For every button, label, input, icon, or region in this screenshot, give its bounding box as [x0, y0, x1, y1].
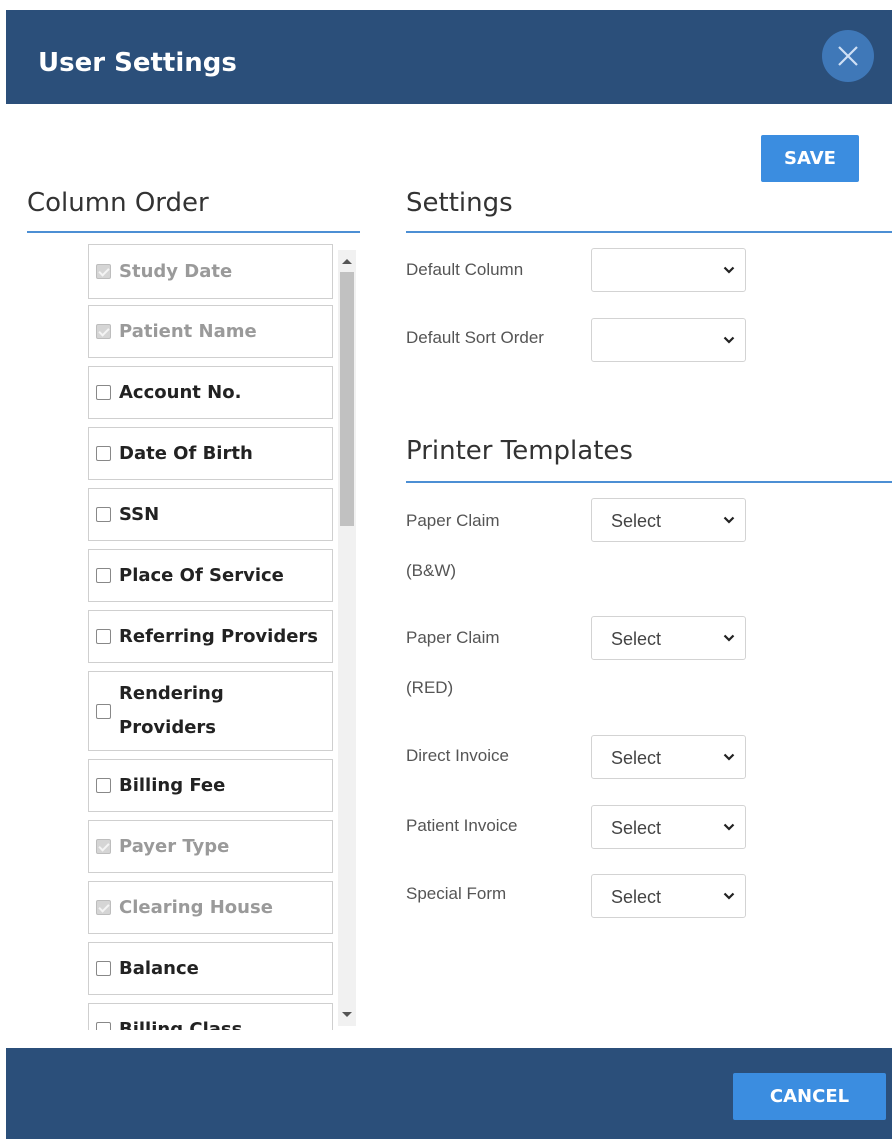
column-item-label: Referring Providers	[119, 626, 319, 647]
column-item-rendering-providers[interactable]: Rendering Providers	[88, 671, 333, 751]
column-item-label: Place Of Service	[119, 565, 284, 586]
checkbox[interactable]	[96, 703, 111, 719]
column-order-divider	[27, 231, 360, 233]
special-form-label: Special Form	[406, 884, 507, 903]
checkbox[interactable]	[96, 507, 111, 522]
column-item-referring-providers[interactable]: Referring Providers	[88, 610, 333, 663]
column-order-list: Study Date Patient Name Account No. Date…	[88, 244, 338, 1030]
chevron-down-icon	[723, 892, 735, 900]
checkbox[interactable]	[96, 1022, 111, 1030]
checkbox[interactable]	[96, 264, 111, 279]
settings-divider	[406, 231, 892, 233]
patient-invoice-label: Patient Invoice	[406, 816, 518, 835]
chevron-down-icon	[723, 823, 735, 831]
column-item-clearing-house[interactable]: Clearing House	[88, 881, 333, 934]
checkbox[interactable]	[96, 385, 111, 400]
paper-claim-bw-label: Paper Claim (B&W)	[406, 511, 500, 580]
select-value: Select	[611, 887, 662, 907]
checkbox[interactable]	[96, 900, 111, 915]
paper-claim-red-label: Paper Claim (RED)	[406, 628, 500, 697]
chevron-down-icon	[723, 753, 735, 761]
chevron-down-icon	[723, 266, 735, 274]
checkbox[interactable]	[96, 446, 111, 461]
scroll-up-arrow-icon[interactable]	[342, 259, 352, 264]
column-list-scrollbar[interactable]	[338, 250, 356, 1026]
column-item-label: Rendering Providers	[119, 683, 224, 738]
chevron-down-icon	[723, 336, 735, 344]
column-item-payer-type[interactable]: Payer Type	[88, 820, 333, 873]
paper-claim-bw-select[interactable]: Select	[591, 498, 746, 542]
paper-claim-red-select[interactable]: Select	[591, 616, 746, 660]
column-item-billing-fee[interactable]: Billing Fee	[88, 759, 333, 812]
column-item-place-of-service[interactable]: Place Of Service	[88, 549, 333, 602]
settings-title: Settings	[406, 188, 513, 218]
select-value: Select	[611, 818, 662, 838]
chevron-down-icon	[723, 516, 735, 524]
column-item-label: Study Date	[119, 261, 233, 282]
column-item-label: SSN	[119, 504, 160, 525]
column-item-account-no[interactable]: Account No.	[88, 366, 333, 419]
checkbox[interactable]	[96, 961, 111, 976]
patient-invoice-select[interactable]: Select	[591, 805, 746, 849]
column-item-label: Billing Class	[119, 1019, 243, 1030]
cancel-button[interactable]: CANCEL	[733, 1073, 886, 1120]
select-value: Select	[611, 748, 662, 768]
column-item-balance[interactable]: Balance	[88, 942, 333, 995]
checkbox[interactable]	[96, 324, 111, 339]
modal-title: User Settings	[38, 48, 237, 78]
chevron-down-icon	[723, 634, 735, 642]
special-form-select[interactable]: Select	[591, 874, 746, 918]
column-item-label: Patient Name	[119, 321, 257, 342]
checkbox[interactable]	[96, 778, 111, 793]
select-value: Select	[611, 511, 662, 531]
modal-header: User Settings	[6, 10, 892, 104]
printer-templates-title: Printer Templates	[406, 436, 633, 466]
column-item-label: Payer Type	[119, 836, 230, 857]
column-order-title: Column Order	[27, 188, 209, 218]
checkbox[interactable]	[96, 839, 111, 854]
close-button[interactable]	[822, 30, 874, 82]
default-sort-order-select[interactable]	[591, 318, 746, 362]
printer-templates-divider	[406, 481, 892, 483]
close-icon	[838, 46, 858, 66]
direct-invoice-select[interactable]: Select	[591, 735, 746, 779]
checkbox[interactable]	[96, 568, 111, 583]
select-value: Select	[611, 629, 662, 649]
column-item-study-date[interactable]: Study Date	[88, 244, 333, 299]
checkbox[interactable]	[96, 629, 111, 644]
column-item-ssn[interactable]: SSN	[88, 488, 333, 541]
column-item-patient-name[interactable]: Patient Name	[88, 305, 333, 358]
direct-invoice-label: Direct Invoice	[406, 746, 509, 765]
scroll-thumb[interactable]	[340, 272, 354, 526]
default-column-select[interactable]	[591, 248, 746, 292]
default-column-label: Default Column	[406, 260, 524, 279]
column-item-label: Balance	[119, 958, 199, 979]
column-item-label: Account No.	[119, 382, 242, 403]
default-sort-order-label: Default Sort Order	[406, 328, 544, 347]
save-button[interactable]: SAVE	[761, 135, 859, 182]
column-item-label: Billing Fee	[119, 775, 226, 796]
column-item-date-of-birth[interactable]: Date Of Birth	[88, 427, 333, 480]
column-item-label: Clearing House	[119, 897, 273, 918]
column-item-billing-class[interactable]: Billing Class	[88, 1003, 333, 1030]
scroll-down-arrow-icon[interactable]	[342, 1012, 352, 1017]
column-item-label: Date Of Birth	[119, 443, 253, 464]
